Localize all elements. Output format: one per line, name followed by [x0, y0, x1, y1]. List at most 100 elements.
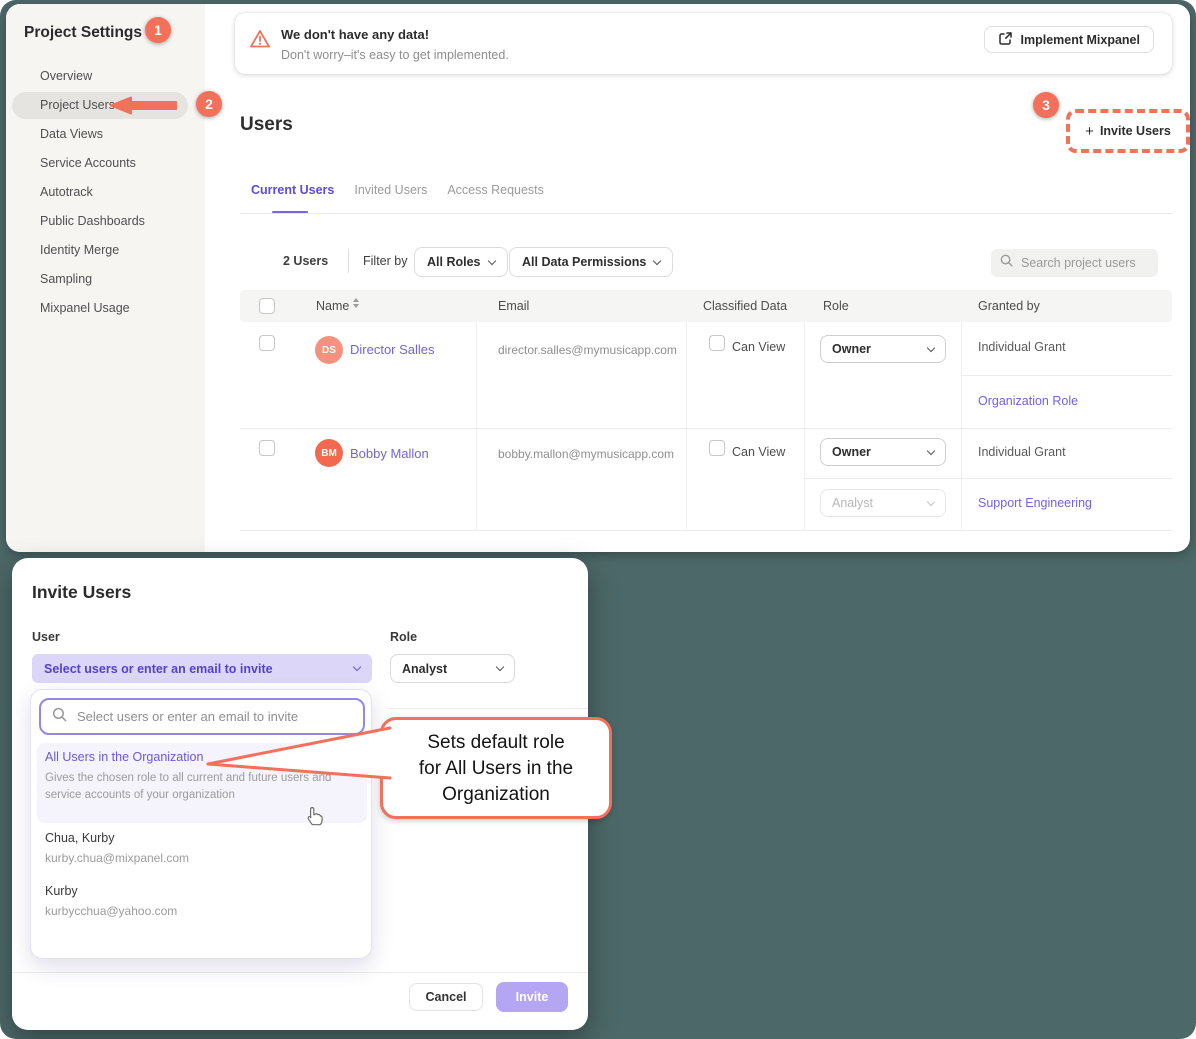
granted-by-text: Individual Grant: [978, 445, 1066, 459]
column-divider: [961, 322, 962, 530]
tabs-divider: [240, 213, 1172, 214]
step-badge-3: 3: [1033, 92, 1059, 118]
banner-subtitle: Don't worry–it's easy to get implemented…: [281, 48, 509, 62]
user-field-label: User: [32, 630, 60, 644]
row-divider: [240, 428, 1172, 429]
column-divider: [476, 322, 477, 530]
search-icon: [51, 706, 68, 728]
can-view-label: Can View: [732, 445, 785, 459]
sidebar-item-autotrack[interactable]: Autotrack: [6, 178, 205, 207]
hand-cursor-icon: [306, 806, 325, 832]
col-header-email: Email: [498, 299, 529, 313]
option-user-email: kurby.chua@mixpanel.com: [45, 851, 189, 865]
table-header: Name Email Classified Data Role Granted …: [240, 290, 1172, 322]
avatar: BM: [315, 439, 343, 467]
can-view-label: Can View: [732, 340, 785, 354]
invite-users-label: Invite Users: [1100, 124, 1171, 138]
tab-invited-users[interactable]: Invited Users: [354, 183, 427, 197]
sidebar-item-mixpanel-usage[interactable]: Mixpanel Usage: [6, 294, 205, 323]
option-user-name[interactable]: Kurby: [45, 884, 78, 898]
search-icon: [999, 253, 1014, 273]
annotation-arrow-icon: [110, 96, 178, 126]
users-tabs: Current Users Invited Users Access Reque…: [251, 183, 544, 197]
screenshot-canvas: Project Settings Overview Project Users …: [0, 0, 1196, 1039]
role-field-label: Role: [390, 630, 417, 644]
sidebar-item-public-dashboards[interactable]: Public Dashboards: [6, 207, 205, 236]
col-header-granted-by: Granted by: [978, 299, 1040, 313]
chevron-down-icon: [927, 343, 935, 351]
sub-row-divider: [961, 375, 1172, 376]
callout-line: Organization: [383, 782, 609, 808]
sidebar-item-project-users[interactable]: Project Users: [6, 91, 205, 120]
sidebar-title: Project Settings: [24, 24, 142, 42]
banner-title: We don't have any data!: [281, 27, 429, 42]
no-data-banner: We don't have any data! Don't worry–it's…: [235, 13, 1172, 74]
column-divider: [804, 322, 805, 530]
step-badge-1: 1: [145, 17, 171, 43]
chevron-down-icon: [653, 256, 661, 264]
chevron-down-icon: [927, 446, 935, 454]
filter-divider: [348, 249, 349, 273]
role-select[interactable]: Owner: [820, 438, 946, 466]
roles-filter-dropdown[interactable]: All Roles: [414, 247, 508, 277]
organization-role-link[interactable]: Organization Role: [978, 394, 1078, 408]
row-checkbox[interactable]: [259, 440, 275, 456]
implement-mixpanel-button[interactable]: Implement Mixpanel: [984, 26, 1154, 53]
sidebar-item-service-accounts[interactable]: Service Accounts: [6, 149, 205, 178]
user-count: 2 Users: [283, 254, 328, 268]
select-all-checkbox[interactable]: [259, 298, 275, 314]
can-view-checkbox[interactable]: [709, 440, 725, 456]
user-name-link[interactable]: Director Salles: [350, 342, 435, 357]
callout-line: for All Users in the: [383, 756, 609, 782]
role-select[interactable]: Owner: [820, 335, 946, 363]
chevron-down-icon: [927, 497, 935, 505]
external-link-icon: [998, 31, 1013, 49]
column-divider: [686, 322, 687, 530]
role-select-dropdown[interactable]: Analyst: [390, 654, 515, 683]
user-name-link[interactable]: Bobby Mallon: [350, 446, 429, 461]
all-users-link[interactable]: All Users in the Organization: [45, 750, 203, 764]
user-select-dropdown[interactable]: Select users or enter an email to invite: [32, 654, 372, 683]
row-divider: [240, 530, 1172, 531]
settings-sidebar: Project Settings Overview Project Users …: [6, 4, 205, 552]
modal-title: Invite Users: [32, 582, 131, 603]
user-email: director.salles@mymusicapp.com: [498, 343, 677, 357]
implement-mixpanel-label: Implement Mixpanel: [1021, 33, 1140, 47]
page-title: Users: [240, 114, 293, 136]
option-user-email: kurbycchua@yahoo.com: [45, 904, 177, 918]
chevron-down-icon: [487, 256, 495, 264]
col-header-role: Role: [823, 299, 849, 313]
user-email: bobby.mallon@mymusicapp.com: [498, 447, 674, 461]
sort-icon[interactable]: [353, 298, 359, 308]
col-header-classified: Classified Data: [703, 299, 787, 313]
search-input[interactable]: [1021, 256, 1146, 270]
project-settings-panel: Project Settings Overview Project Users …: [6, 4, 1190, 552]
row-checkbox[interactable]: [259, 335, 275, 351]
modal-footer-divider: [12, 972, 588, 973]
cancel-button[interactable]: Cancel: [409, 983, 483, 1011]
granted-by-text: Individual Grant: [978, 340, 1066, 354]
chevron-down-icon: [353, 663, 361, 671]
tab-current-users[interactable]: Current Users: [251, 183, 334, 197]
sidebar-item-identity-merge[interactable]: Identity Merge: [6, 236, 205, 265]
invite-users-button[interactable]: + Invite Users: [1066, 109, 1190, 153]
invite-button[interactable]: Invite: [496, 982, 568, 1012]
sidebar-nav: Overview Project Users Data Views Servic…: [6, 62, 205, 323]
data-permissions-filter-dropdown[interactable]: All Data Permissions: [509, 247, 673, 277]
col-header-name: Name: [316, 299, 349, 313]
tab-access-requests[interactable]: Access Requests: [447, 183, 544, 197]
callout-line: Sets default role: [383, 730, 609, 756]
role-select-disabled: Analyst: [820, 489, 946, 517]
option-user-name[interactable]: Chua, Kurby: [45, 831, 114, 845]
callout-tail: [198, 714, 394, 809]
plus-icon: +: [1085, 123, 1094, 140]
can-view-checkbox[interactable]: [709, 335, 725, 351]
sidebar-item-overview[interactable]: Overview: [6, 62, 205, 91]
sidebar-item-sampling[interactable]: Sampling: [6, 265, 205, 294]
avatar: DS: [315, 336, 343, 364]
step-badge-2: 2: [196, 91, 222, 117]
warning-icon: [249, 29, 271, 54]
users-table: Name Email Classified Data Role Granted …: [240, 290, 1172, 530]
support-engineering-link[interactable]: Support Engineering: [978, 496, 1092, 510]
callout-bubble: Sets default role for All Users in the O…: [380, 717, 612, 819]
